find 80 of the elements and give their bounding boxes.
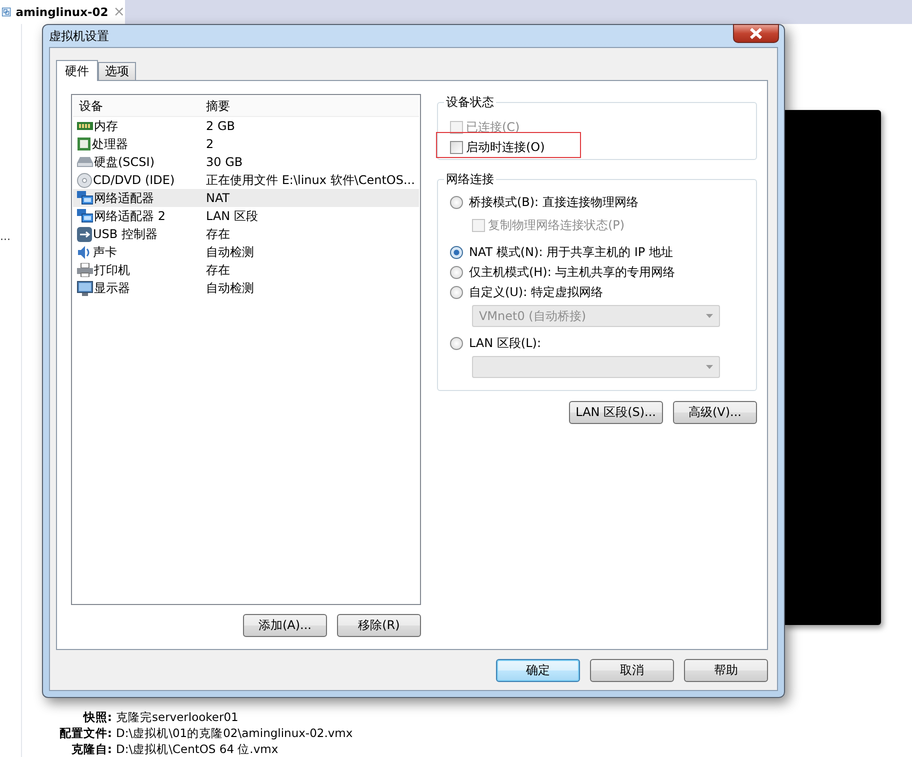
device-name: USB 控制器 <box>93 226 158 242</box>
device-row[interactable]: 网络适配器 NAT <box>73 189 419 207</box>
device-name: 内存 <box>94 118 118 134</box>
tab-title: aminglinux-02 <box>16 5 108 19</box>
device-row[interactable]: CD/DVD (IDE) 正在使用文件 E:\linux 软件\CentOS... <box>73 171 419 189</box>
dropdown-arrow-icon <box>706 365 713 369</box>
dropdown-arrow-icon <box>706 314 713 318</box>
device-summary: 存在 <box>205 262 230 278</box>
radio-button[interactable] <box>450 286 463 298</box>
close-icon <box>749 28 763 39</box>
radio-label: NAT 模式(N): 用于共享主机的 IP 地址 <box>468 244 673 260</box>
device-summary: LAN 区段 <box>205 208 258 224</box>
device-summary: 存在 <box>205 226 230 242</box>
group-title: 设备状态 <box>444 94 495 111</box>
device-summary: 自动检测 <box>205 244 254 260</box>
virtual-machine-icon <box>2 5 11 19</box>
device-summary: 30 GB <box>205 155 243 169</box>
network-icon <box>77 191 93 205</box>
close-button[interactable] <box>733 24 779 43</box>
sidebar-text: ... <box>0 230 10 243</box>
radio-button[interactable] <box>450 196 463 208</box>
device-row[interactable]: 声卡 自动检测 <box>73 243 419 261</box>
monitor-icon <box>77 280 93 296</box>
detail-label: 快照: <box>82 709 112 725</box>
memory-icon <box>77 121 93 131</box>
usb-icon <box>77 226 92 242</box>
dialog-button[interactable]: 确定 <box>496 659 580 682</box>
network-icon <box>77 209 93 223</box>
detail-label: 克隆自: <box>70 741 112 757</box>
radio-label: 桥接模式(B): 直接连接物理网络 <box>468 194 638 210</box>
window-title: 虚拟机设置 <box>49 28 109 44</box>
device-summary: 自动检测 <box>205 280 254 296</box>
device-row[interactable]: 打印机 存在 <box>73 261 419 279</box>
speaker-icon <box>77 244 92 260</box>
device-row[interactable]: 硬盘(SCSI) 30 GB <box>73 153 419 171</box>
list-button[interactable]: 添加(A)... <box>242 614 327 637</box>
device-row[interactable]: 内存 2 GB <box>73 117 419 135</box>
dialog-button[interactable]: 取消 <box>590 659 674 682</box>
column-header[interactable]: 摘要 <box>205 98 230 114</box>
chip-icon <box>77 137 91 151</box>
checkbox-label: 复制物理网络连接状态(P) <box>488 216 625 234</box>
device-name: 处理器 <box>92 136 128 152</box>
printer-icon <box>77 263 93 277</box>
radio-button[interactable] <box>450 246 463 258</box>
disc-icon <box>77 172 92 188</box>
radio-button[interactable] <box>450 266 463 278</box>
detail-value: D:\虚拟机\CentOS 64 位.vmx <box>116 741 280 757</box>
checkbox[interactable] <box>450 140 463 154</box>
device-row[interactable]: 显示器 自动检测 <box>73 279 419 297</box>
device-summary: 正在使用文件 E:\linux 软件\CentOS... <box>205 172 415 188</box>
device-name: 显示器 <box>94 280 130 296</box>
detail-label: 配置文件: <box>58 725 112 741</box>
dialog-button[interactable]: 帮助 <box>684 659 768 682</box>
detail-value: 克隆完serverlooker01 <box>116 709 240 725</box>
tab[interactable]: 硬件 <box>56 60 98 81</box>
device-summary: 2 GB <box>205 119 235 133</box>
device-row[interactable]: USB 控制器 存在 <box>73 225 419 243</box>
radio-label: 仅主机模式(H): 与主机共享的专用网络 <box>468 264 676 280</box>
radio-label: LAN 区段(L): <box>468 334 542 352</box>
list-button[interactable]: 移除(R) <box>336 614 421 637</box>
device-summary: 2 <box>205 137 214 151</box>
column-header[interactable]: 设备 <box>73 98 205 114</box>
device-name: 网络适配器 2 <box>94 208 166 224</box>
detail-value: D:\虚拟机\01的克隆02\aminglinux-02.vmx <box>116 725 354 741</box>
device-summary: NAT <box>205 191 230 205</box>
device-row[interactable]: 网络适配器 2 LAN 区段 <box>73 207 419 225</box>
device-name: 网络适配器 <box>94 190 154 206</box>
radio-button[interactable] <box>450 336 463 350</box>
radio-label: 自定义(U): 特定虚拟网络 <box>468 284 603 300</box>
device-name: 打印机 <box>94 262 130 278</box>
tab[interactable]: 选项 <box>98 62 136 80</box>
group-title: 网络连接 <box>444 171 495 188</box>
device-row[interactable]: 处理器 2 <box>73 135 419 153</box>
device-name: CD/DVD (IDE) <box>93 173 175 187</box>
checkbox-label: 启动时连接(O) <box>466 138 545 156</box>
vm-tab[interactable]: aminglinux-02 × <box>0 0 125 24</box>
device-name: 硬盘(SCSI) <box>94 154 155 170</box>
network-button[interactable]: 高级(V)... <box>673 401 757 424</box>
device-name: 声卡 <box>93 244 117 260</box>
network-button[interactable]: LAN 区段(S)... <box>568 401 663 424</box>
